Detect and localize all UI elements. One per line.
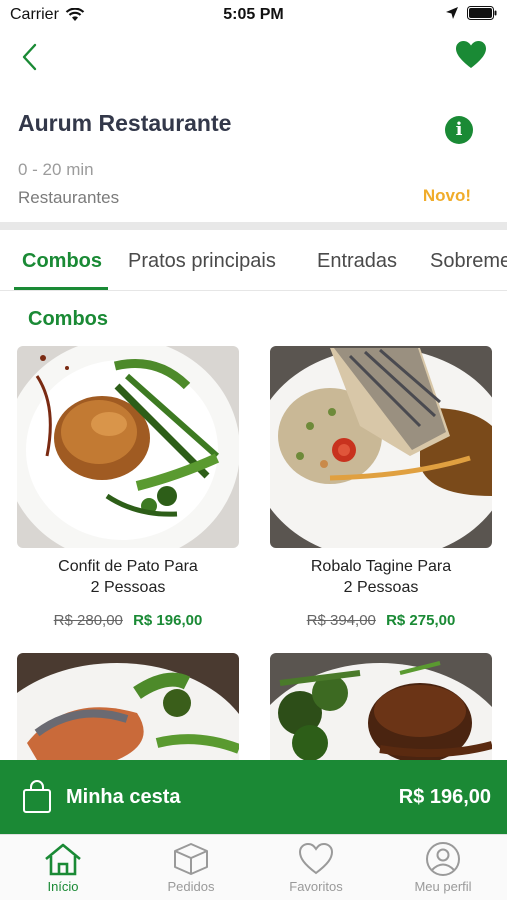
nav-meu-perfil[interactable]: Meu perfil: [388, 841, 498, 894]
product-name-line: Confit de Pato Para: [58, 558, 198, 575]
box-icon: [174, 843, 208, 875]
location-icon: [446, 7, 458, 19]
product-price: R$ 196,00: [133, 612, 203, 629]
cart-label: Minha cesta: [66, 786, 181, 808]
tab-entradas[interactable]: Entradas: [317, 250, 397, 273]
nav-label: Início: [47, 879, 79, 894]
product-card[interactable]: Robalo Tagine Para 2 Pessoas R$ 394,00 R…: [270, 346, 492, 629]
status-bar: Carrier 5:05 PM: [0, 0, 507, 30]
product-image[interactable]: [270, 346, 492, 548]
nav-favoritos[interactable]: Favoritos: [261, 841, 371, 894]
old-price: R$ 394,00: [306, 612, 376, 629]
status-time: 5:05 PM: [223, 6, 284, 23]
active-tab-indicator: [14, 287, 108, 290]
product-image[interactable]: [270, 653, 492, 760]
nav-pedidos[interactable]: Pedidos: [136, 841, 246, 894]
favorite-button[interactable]: [455, 40, 489, 74]
heart-filled-icon: [456, 41, 486, 68]
back-button[interactable]: [14, 40, 48, 74]
tab-sobremesas[interactable]: Sobremesas: [430, 250, 507, 273]
heart-icon: [298, 842, 334, 875]
product-image[interactable]: [17, 653, 239, 760]
product-name-line: Robalo Tagine Para: [310, 558, 452, 575]
old-price: R$ 280,00: [53, 612, 123, 629]
product-price: R$ 275,00: [386, 612, 456, 629]
product-name: Robalo Tagine Para 2 Pessoas: [270, 556, 492, 598]
shopping-bag-icon: [23, 780, 51, 813]
battery-icon: [467, 6, 497, 20]
tab-pratos-principais[interactable]: Pratos principais: [128, 250, 276, 273]
new-badge: Novo!: [422, 186, 471, 205]
product-card[interactable]: Confit de Pato Para 2 Pessoas R$ 280,00 …: [17, 346, 239, 629]
product-name: Confit de Pato Para 2 Pessoas: [17, 556, 239, 598]
product-prices: R$ 280,00 R$ 196,00: [17, 612, 239, 629]
category-tabs: Combos Pratos principais Entradas Sobrem…: [0, 232, 507, 291]
info-icon[interactable]: i: [445, 116, 473, 144]
product-prices: R$ 394,00 R$ 275,00: [270, 612, 492, 629]
product-card[interactable]: [17, 653, 239, 760]
restaurant-category: Restaurantes: [18, 188, 120, 207]
product-card[interactable]: [270, 653, 492, 760]
section-divider: [0, 222, 507, 230]
product-name-line: 2 Pessoas: [90, 579, 166, 596]
chevron-left-icon: [22, 43, 37, 71]
nav-inicio[interactable]: Início: [8, 841, 118, 894]
nav-label: Meu perfil: [414, 879, 472, 894]
delivery-time: 0 - 20 min: [18, 160, 94, 179]
bottom-nav: Início Pedidos Favoritos Meu perfil: [0, 834, 507, 900]
section-title: Combos: [28, 308, 108, 330]
product-image[interactable]: [17, 346, 239, 548]
cart-bar[interactable]: Minha cesta R$ 196,00: [0, 760, 507, 834]
nav-label: Pedidos: [167, 879, 215, 894]
cart-total: R$ 196,00: [398, 786, 491, 808]
product-name-line: 2 Pessoas: [343, 579, 419, 596]
user-icon: [426, 842, 460, 876]
nav-label: Favoritos: [289, 879, 343, 894]
restaurant-header: Aurum Restaurante i 0 - 20 min Restauran…: [18, 110, 489, 220]
home-icon: [45, 843, 81, 876]
restaurant-name: Aurum Restaurante: [18, 110, 232, 136]
tab-combos[interactable]: Combos: [22, 250, 102, 273]
status-right: [445, 6, 497, 20]
nav-bar: [0, 34, 507, 80]
